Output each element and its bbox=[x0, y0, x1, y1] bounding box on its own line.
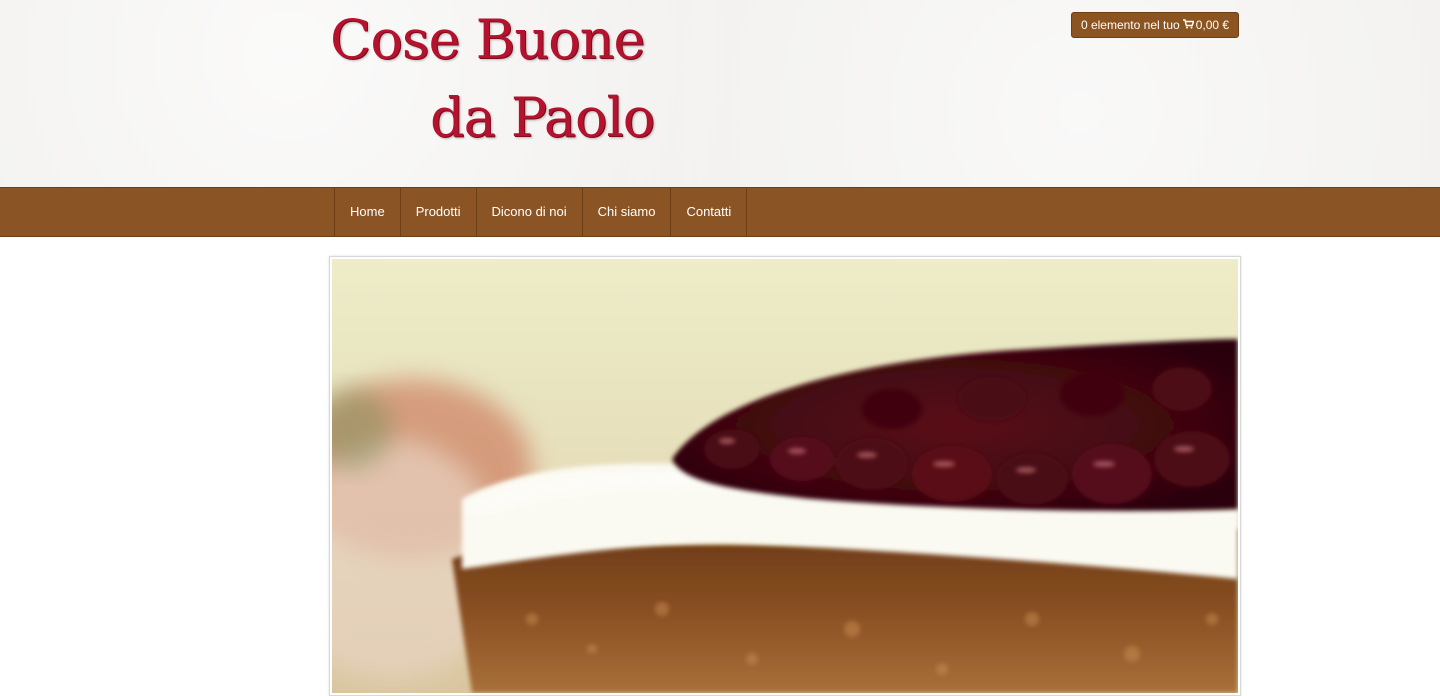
hero-banner bbox=[329, 256, 1241, 696]
shopping-cart-icon bbox=[1182, 13, 1195, 37]
cart-amount: 0,00 € bbox=[1195, 18, 1230, 32]
cart-button[interactable]: 0 elemento nel tuo 0,00 € bbox=[1071, 12, 1239, 38]
cake-illustration bbox=[332, 339, 1238, 693]
cart-text: 0 elemento nel tuo bbox=[1080, 18, 1180, 32]
site-logo[interactable]: Cose Buone da Paolo bbox=[330, 8, 655, 178]
main-navbar: Home Prodotti Dicono di noi Chi siamo Co… bbox=[0, 187, 1440, 237]
site-header: Cose Buone da Paolo 0 elemento nel tuo 0,… bbox=[0, 0, 1440, 187]
nav-item-contatti[interactable]: Contatti bbox=[671, 188, 748, 236]
nav-item-dicono-di-noi[interactable]: Dicono di noi bbox=[477, 188, 583, 236]
logo-line-1: Cose Buone bbox=[330, 8, 645, 71]
logo-line-2: da Paolo bbox=[430, 86, 655, 149]
main-nav: Home Prodotti Dicono di noi Chi siamo Co… bbox=[334, 188, 748, 236]
nav-item-chi-siamo[interactable]: Chi siamo bbox=[583, 188, 672, 236]
nav-item-prodotti[interactable]: Prodotti bbox=[401, 188, 477, 236]
nav-item-home[interactable]: Home bbox=[335, 188, 401, 236]
hero-image bbox=[332, 259, 1238, 693]
